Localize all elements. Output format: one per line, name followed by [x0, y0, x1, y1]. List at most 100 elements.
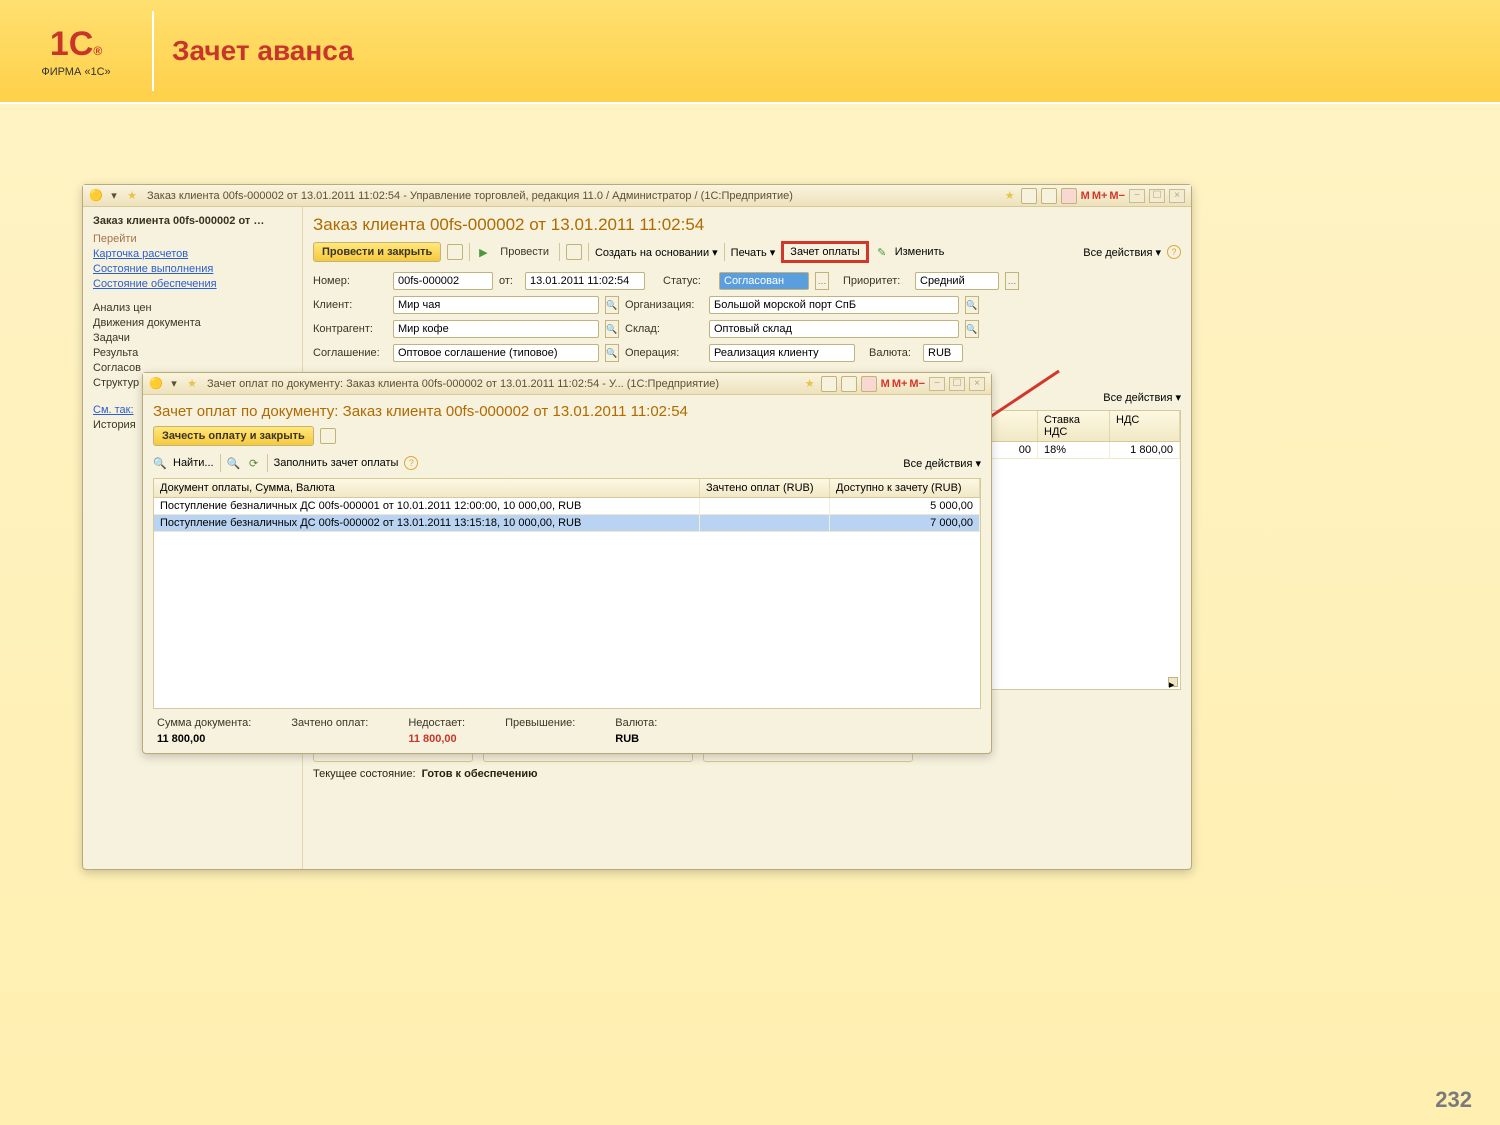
status-line-label: Текущее состояние:: [313, 768, 416, 780]
sidebar-plain-1[interactable]: Движения документа: [93, 317, 292, 329]
dropdown-icon[interactable]: ▾: [107, 189, 121, 203]
sidebar-link-exec[interactable]: Состояние выполнения: [93, 263, 292, 275]
logo-block: 1С® ФИРМА «1С»: [0, 25, 152, 78]
sum-value: 11 800,00: [157, 733, 251, 745]
main-titlebar[interactable]: 🟡 ▾ ★ Заказ клиента 00fs-000002 от 13.01…: [83, 185, 1191, 207]
star-icon[interactable]: ★: [185, 377, 199, 391]
operation-input[interactable]: Реализация клиенту: [709, 344, 855, 362]
star-icon[interactable]: ★: [125, 189, 139, 203]
m-plus-btn[interactable]: M+: [1092, 190, 1108, 202]
change-button[interactable]: Изменить: [895, 246, 945, 258]
overlay-all-actions[interactable]: Все действия ▾: [903, 457, 981, 470]
close-button[interactable]: ×: [1169, 189, 1185, 203]
grid-all-actions[interactable]: Все действия ▾: [1103, 391, 1181, 404]
th-vat-rate[interactable]: Ставка НДС: [1038, 411, 1110, 441]
create-on-button[interactable]: Создать на основании ▾: [595, 246, 718, 259]
th-available[interactable]: Доступно к зачету (RUB): [830, 479, 980, 497]
calc-icon[interactable]: [1061, 188, 1077, 204]
find-button[interactable]: Найти...: [173, 457, 214, 469]
memory-buttons: M M+ M−: [1081, 190, 1125, 202]
favorite-icon[interactable]: ★: [803, 377, 817, 391]
dropdown-icon[interactable]: ▾: [167, 377, 181, 391]
save-icon[interactable]: [320, 428, 336, 444]
sum-label: Сумма документа:: [157, 717, 251, 729]
sidebar-plain-2[interactable]: Задачи: [93, 332, 292, 344]
payment-row[interactable]: Поступление безналичных ДС 00fs-000002 о…: [154, 515, 980, 532]
fill-offset-button[interactable]: Заполнить зачет оплаты: [274, 457, 399, 469]
offset-payment-button[interactable]: Зачет оплаты: [790, 246, 859, 258]
warehouse-input[interactable]: Оптовый склад: [709, 320, 959, 338]
contragent-input[interactable]: Мир кофе: [393, 320, 599, 338]
m-btn[interactable]: M: [881, 378, 890, 390]
close-button[interactable]: ×: [969, 377, 985, 391]
org-label: Организация:: [625, 299, 703, 311]
sidebar-link-supply[interactable]: Состояние обеспечения: [93, 278, 292, 290]
minimize-button[interactable]: −: [1129, 189, 1145, 203]
list-icon[interactable]: [566, 244, 582, 260]
status-lookup-icon[interactable]: …: [815, 272, 829, 290]
tool-icon-2[interactable]: [1041, 188, 1057, 204]
org-lookup-icon[interactable]: 🔍: [965, 296, 979, 314]
priority-select[interactable]: Средний: [915, 272, 999, 290]
tool-icon-2[interactable]: [841, 376, 857, 392]
number-label: Номер:: [313, 275, 387, 287]
help-icon[interactable]: ?: [1167, 245, 1181, 259]
number-input[interactable]: 00fs-000002: [393, 272, 493, 290]
agreement-lookup-icon[interactable]: 🔍: [605, 344, 619, 362]
currency-label: Валюта:: [869, 347, 917, 359]
m-btn[interactable]: M: [1081, 190, 1090, 202]
m-minus-btn[interactable]: M−: [1109, 190, 1125, 202]
find-icon: 🔍: [153, 456, 167, 470]
calc-icon[interactable]: [861, 376, 877, 392]
minimize-button[interactable]: −: [929, 377, 945, 391]
post-close-button[interactable]: Провести и закрыть: [313, 242, 441, 262]
th-doc[interactable]: Документ оплаты, Сумма, Валюта: [154, 479, 700, 497]
offset-close-button[interactable]: Зачесть оплату и закрыть: [153, 426, 314, 446]
client-input[interactable]: Мир чая: [393, 296, 599, 314]
sidebar-plain-3[interactable]: Результа: [93, 347, 292, 359]
priority-lookup-icon[interactable]: …: [1005, 272, 1019, 290]
app-logo-icon: 🟡: [89, 189, 103, 203]
td-available: 5 000,00: [830, 498, 980, 514]
clear-filter-icon[interactable]: 🔍: [227, 456, 241, 470]
tool-icon-1[interactable]: [821, 376, 837, 392]
all-actions-button[interactable]: Все действия ▾: [1083, 246, 1161, 259]
contragent-lookup-icon[interactable]: 🔍: [605, 320, 619, 338]
sidebar-plain-0[interactable]: Анализ цен: [93, 302, 292, 314]
client-label: Клиент:: [313, 299, 387, 311]
post-button[interactable]: Провести: [496, 246, 553, 258]
maximize-button[interactable]: ☐: [1149, 189, 1165, 203]
sidebar-go: Перейти: [93, 233, 292, 245]
short-value: 11 800,00: [408, 733, 465, 745]
date-input[interactable]: 13.01.2011 11:02:54: [525, 272, 645, 290]
print-button[interactable]: Печать ▾: [731, 246, 776, 259]
org-input[interactable]: Большой морской порт СпБ: [709, 296, 959, 314]
th-offset[interactable]: Зачтено оплат (RUB): [700, 479, 830, 497]
memory-buttons: M M+ M−: [881, 378, 925, 390]
tool-icon-1[interactable]: [1021, 188, 1037, 204]
separator: [267, 454, 268, 472]
maximize-button[interactable]: ☐: [949, 377, 965, 391]
client-lookup-icon[interactable]: 🔍: [605, 296, 619, 314]
overlay-title: Зачет оплат по документу: Заказ клиента …: [153, 403, 981, 420]
help-icon[interactable]: ?: [404, 456, 418, 470]
slide-title: Зачет аванса: [172, 35, 354, 67]
sidebar-header: Заказ клиента 00fs-000002 от …: [93, 215, 292, 227]
m-plus-btn[interactable]: M+: [892, 378, 908, 390]
scroll-right-icon[interactable]: ▸: [1168, 677, 1178, 687]
m-minus-btn[interactable]: M−: [909, 378, 925, 390]
operation-label: Операция:: [625, 347, 703, 359]
sidebar-link-card[interactable]: Карточка расчетов: [93, 248, 292, 260]
th-vat[interactable]: НДС: [1110, 411, 1180, 441]
agreement-input[interactable]: Оптовое соглашение (типовое): [393, 344, 599, 362]
status-select[interactable]: Согласован: [719, 272, 809, 290]
payment-row[interactable]: Поступление безналичных ДС 00fs-000001 о…: [154, 498, 980, 515]
overlay-titlebar[interactable]: 🟡 ▾ ★ Зачет оплат по документу: Заказ кл…: [143, 373, 991, 395]
titlebar-right: ★ M M+ M− − ☐ ×: [1003, 188, 1185, 204]
favorite-icon[interactable]: ★: [1003, 189, 1017, 203]
refresh-icon[interactable]: ⟳: [247, 456, 261, 470]
warehouse-lookup-icon[interactable]: 🔍: [965, 320, 979, 338]
over-label: Превышение:: [505, 717, 575, 729]
currency-input[interactable]: RUB: [923, 344, 963, 362]
save-icon[interactable]: [447, 244, 463, 260]
